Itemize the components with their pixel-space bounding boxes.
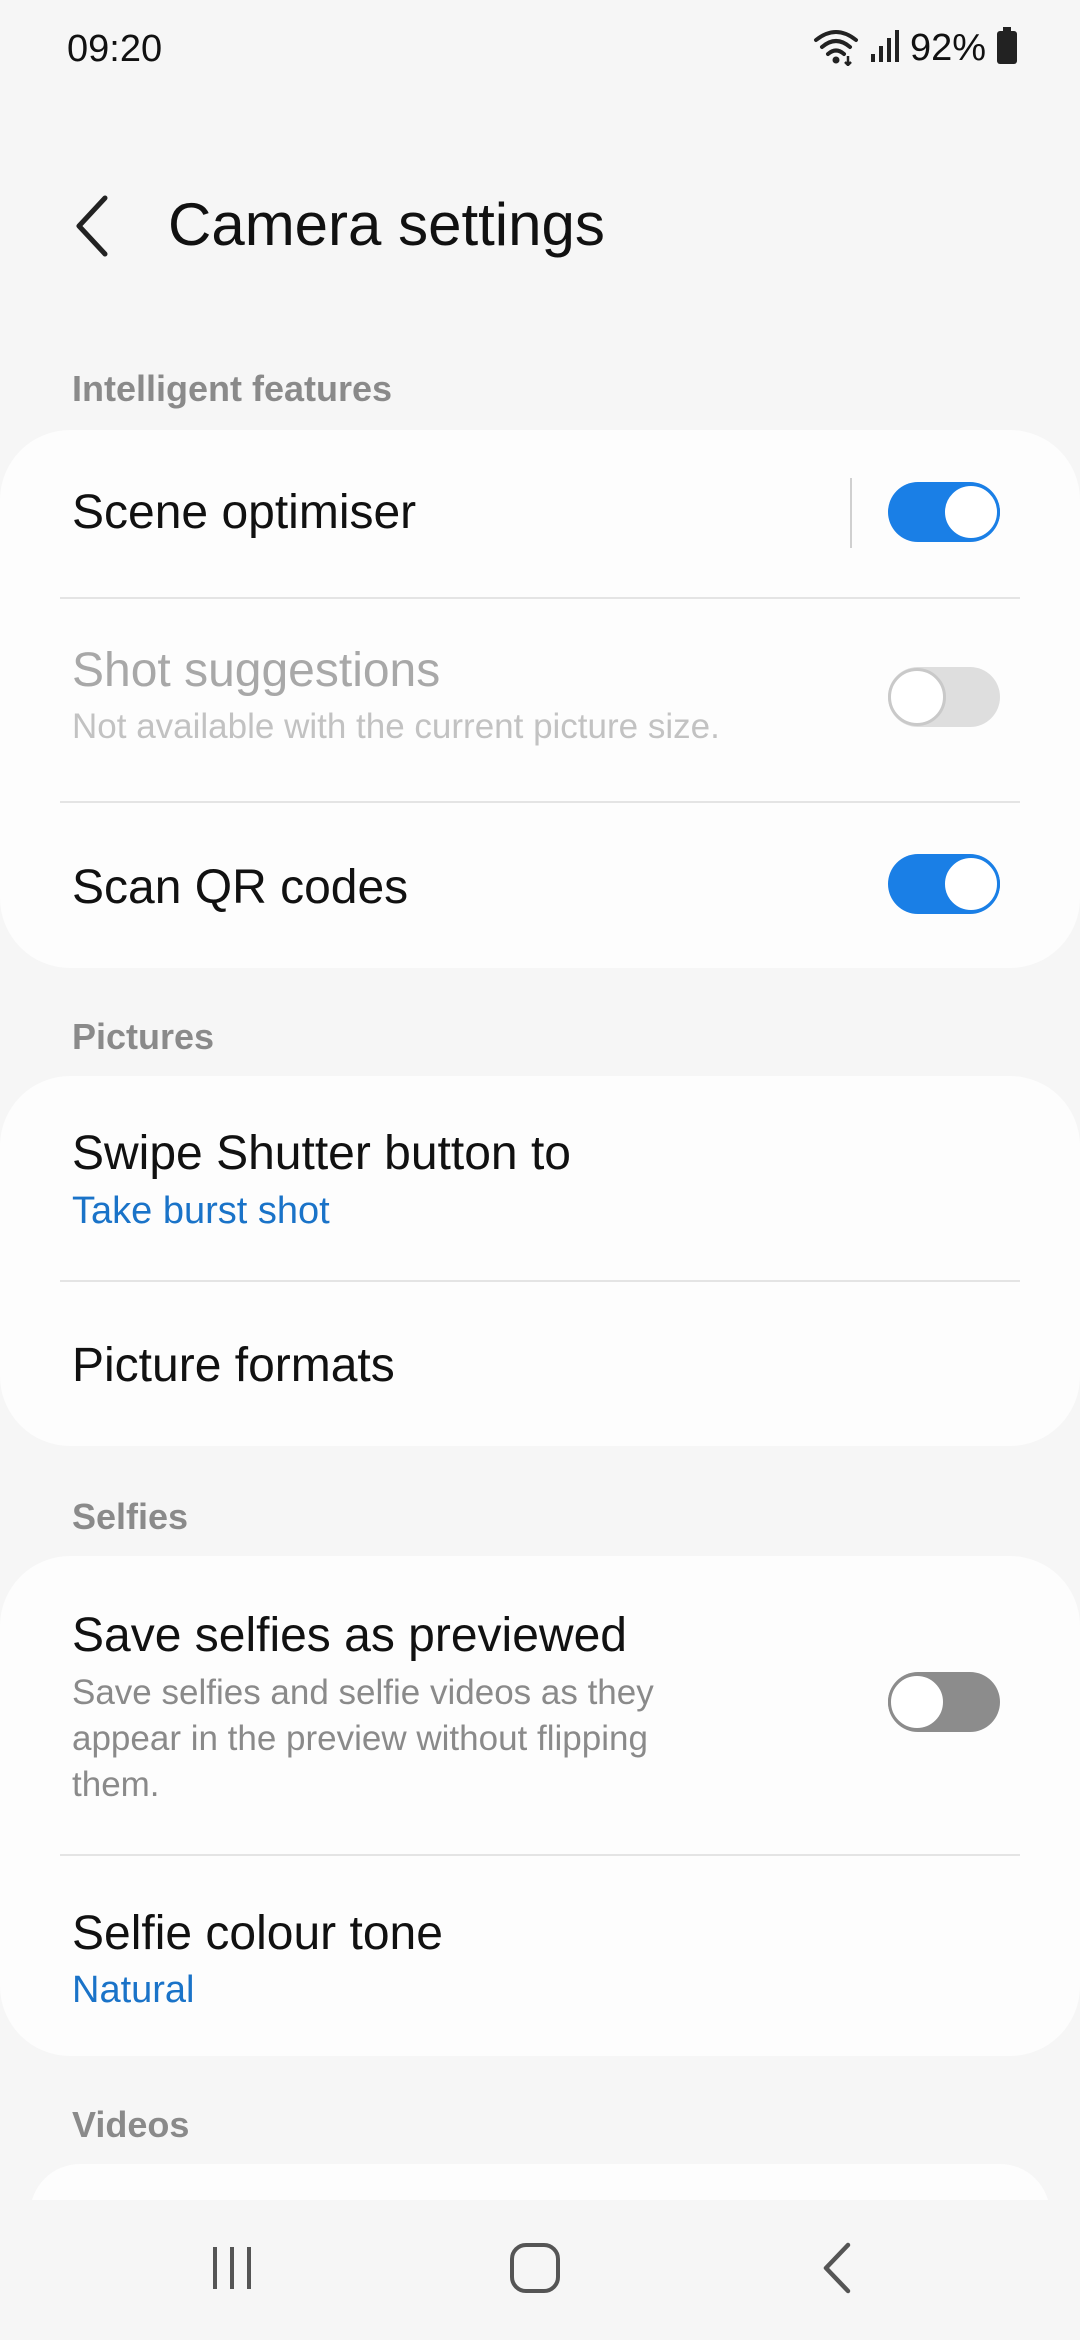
row-scan-qr-codes[interactable]: Scan QR codes <box>0 803 1080 968</box>
scan-qr-codes-label: Scan QR codes <box>72 861 409 914</box>
swipe-shutter-label: Swipe Shutter button to <box>72 1127 571 1180</box>
row-save-selfies[interactable]: Save selfies as previewed Save selfies a… <box>0 1556 1080 1854</box>
pictures-card: Swipe Shutter button to Take burst shot … <box>0 1076 1080 1446</box>
signal-icon <box>870 28 900 69</box>
selfie-colour-tone-label: Selfie colour tone <box>72 1907 443 1960</box>
scene-optimiser-toggle[interactable] <box>888 482 1000 542</box>
save-selfies-subtitle-line3: them. <box>72 1765 160 1804</box>
scene-optimiser-label: Scene optimiser <box>72 486 417 539</box>
scan-qr-codes-toggle[interactable] <box>888 854 1000 914</box>
section-header-intelligent: Intelligent features <box>72 368 393 409</box>
save-selfies-label: Save selfies as previewed <box>72 1609 627 1662</box>
row-scene-optimiser[interactable]: Scene optimiser <box>0 430 1080 598</box>
back-button[interactable] <box>58 178 128 278</box>
save-selfies-subtitle-line2: appear in the preview without flipping <box>72 1719 648 1758</box>
shot-suggestions-label: Shot suggestions <box>72 644 441 697</box>
home-button[interactable] <box>475 2220 595 2320</box>
section-header-pictures: Pictures <box>72 1016 215 1057</box>
swipe-shutter-value: Take burst shot <box>72 1190 330 1232</box>
nav-back-icon <box>820 2241 856 2300</box>
back-chevron-icon <box>73 194 113 263</box>
section-header-selfies: Selfies <box>72 1496 189 1537</box>
page-title: Camera settings <box>168 191 605 258</box>
home-icon <box>508 2241 562 2300</box>
battery-icon <box>996 27 1018 70</box>
section-header-videos: Videos <box>72 2104 190 2145</box>
shot-suggestions-subtitle: Not available with the current picture s… <box>72 707 720 746</box>
selfie-colour-tone-value: Natural <box>72 1969 195 2011</box>
picture-formats-label: Picture formats <box>72 1339 395 1392</box>
nav-back-button[interactable] <box>778 2220 898 2320</box>
status-icons: 92% <box>812 26 1018 71</box>
row-selfie-colour-tone[interactable]: Selfie colour tone Natural <box>0 1856 1080 2056</box>
navigation-bar <box>0 2200 1080 2340</box>
status-bar: 09:20 92% <box>0 0 1080 100</box>
recents-button[interactable] <box>172 2220 292 2320</box>
intelligent-features-card: Scene optimiser Shot suggestions Not ava… <box>0 430 1080 968</box>
recents-icon <box>207 2243 257 2298</box>
wifi-icon <box>812 26 860 71</box>
status-time: 09:20 <box>67 28 163 70</box>
shot-suggestions-toggle <box>888 667 1000 727</box>
vertical-divider <box>850 478 852 548</box>
row-swipe-shutter[interactable]: Swipe Shutter button to Take burst shot <box>0 1076 1080 1280</box>
save-selfies-subtitle-line1: Save selfies and selfie videos as they <box>72 1673 654 1712</box>
row-shot-suggestions: Shot suggestions Not available with the … <box>0 599 1080 799</box>
battery-percent: 92% <box>909 27 986 69</box>
row-picture-formats[interactable]: Picture formats <box>0 1282 1080 1446</box>
selfies-card: Save selfies as previewed Save selfies a… <box>0 1556 1080 2056</box>
save-selfies-toggle[interactable] <box>888 1672 1000 1732</box>
